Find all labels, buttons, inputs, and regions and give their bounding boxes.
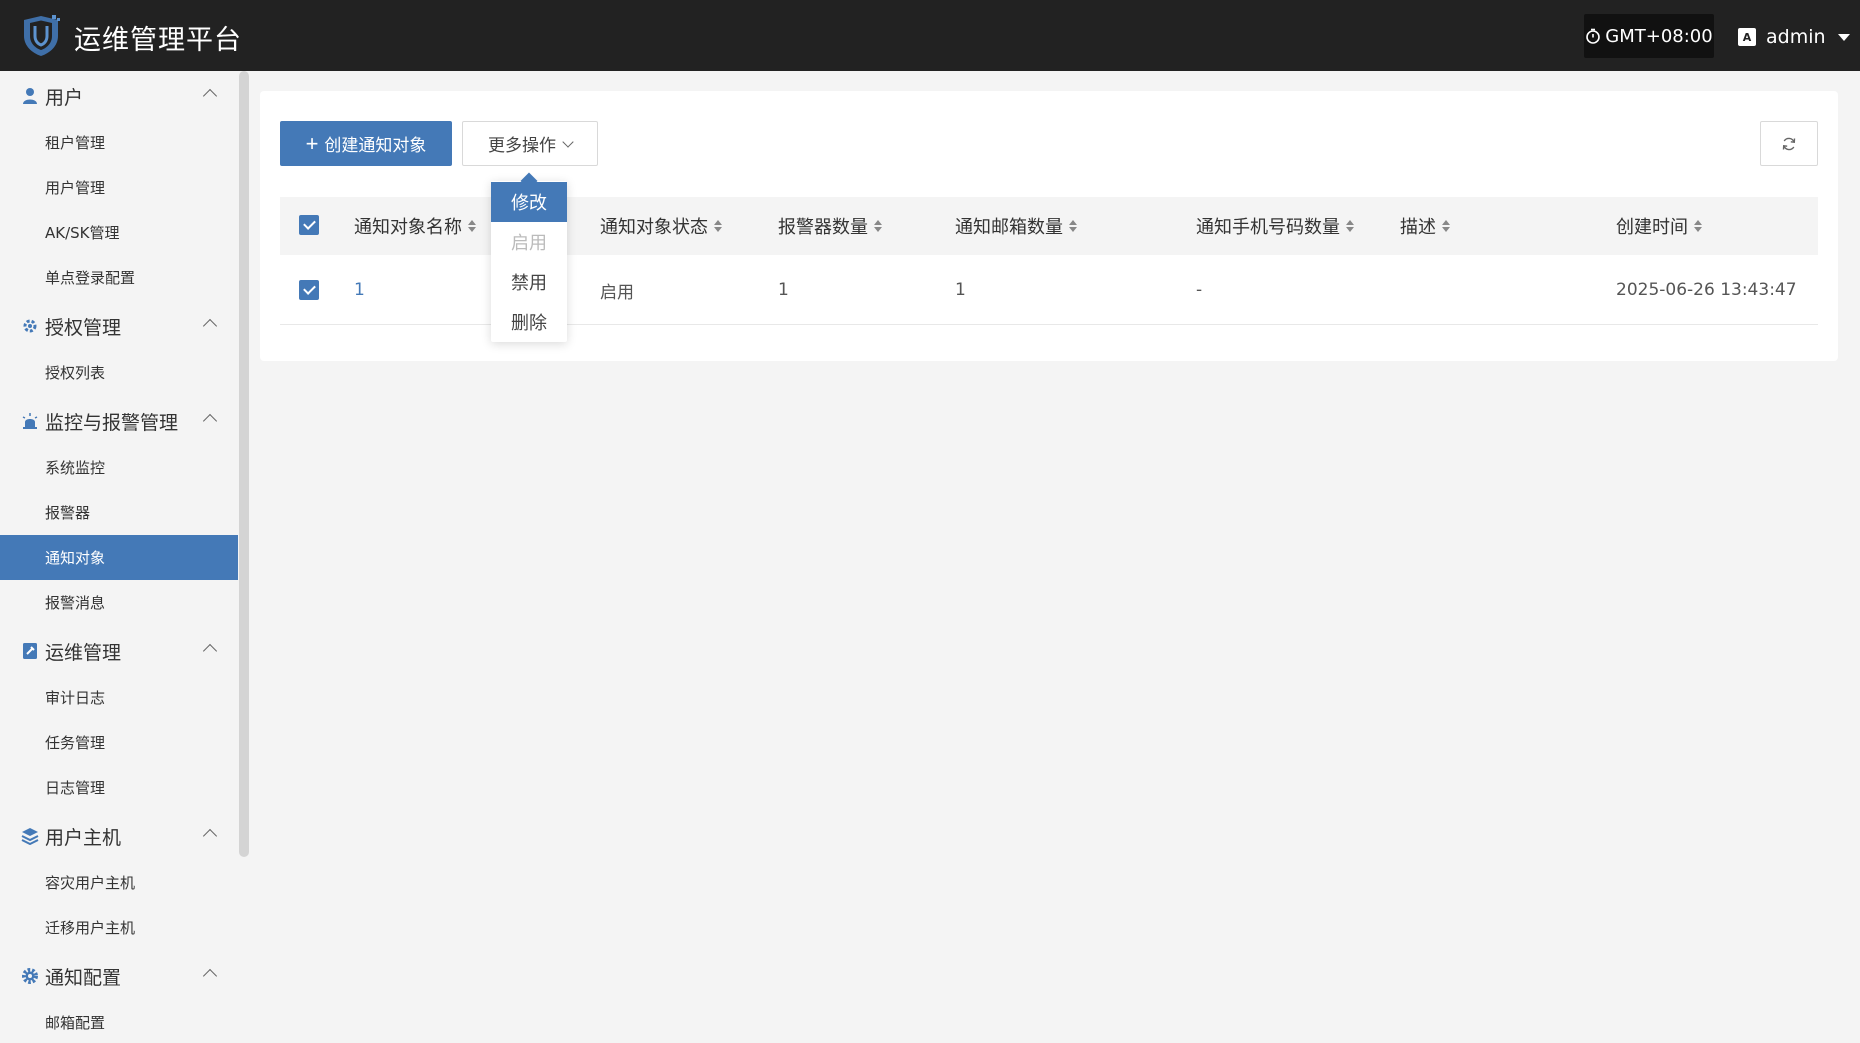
sort-icon	[714, 220, 722, 232]
more-actions-dropdown: 修改 启用 禁用 删除	[491, 181, 567, 342]
menu-item-edit[interactable]: 修改	[491, 182, 567, 222]
row-name-link[interactable]: 1	[354, 255, 365, 325]
menu-item-disable[interactable]: 禁用	[491, 262, 567, 302]
chevron-up-icon	[202, 643, 218, 659]
column-label: 通知对象状态	[600, 217, 708, 238]
row-created-time: 2025-06-26 13:43:47	[1616, 280, 1797, 300]
column-label: 通知对象名称	[354, 217, 462, 238]
sidebar-item-license-list[interactable]: 授权列表	[0, 350, 238, 395]
sort-icon	[1694, 220, 1702, 232]
column-label: 描述	[1400, 217, 1436, 238]
column-header-email-count[interactable]: 通知邮箱数量	[955, 197, 1077, 255]
more-actions-button[interactable]: 更多操作	[462, 121, 598, 166]
sort-icon	[468, 220, 476, 232]
sort-icon	[1069, 220, 1077, 232]
sidebar-group-label: 运维管理	[45, 641, 122, 664]
plus-icon: +	[305, 130, 319, 156]
chevron-up-icon	[202, 413, 218, 429]
sidebar-item-system-monitor[interactable]: 系统监控	[0, 445, 238, 490]
chevron-up-icon	[202, 88, 218, 104]
column-header-name[interactable]: 通知对象名称	[354, 197, 476, 255]
column-header-description[interactable]: 描述	[1400, 197, 1450, 255]
sidebar-group-label: 授权管理	[45, 316, 122, 339]
user-icon	[23, 88, 37, 104]
sort-icon	[874, 220, 882, 232]
sort-icon	[1346, 220, 1354, 232]
sidebar-item-audit-log[interactable]: 审计日志	[0, 675, 238, 720]
clock-icon	[1586, 28, 1601, 44]
sidebar-group-label: 监控与报警管理	[45, 411, 179, 434]
timezone-selector[interactable]: GMT+08:00	[1584, 14, 1714, 58]
gear-icon	[22, 968, 38, 984]
sidebar-item-logs[interactable]: 日志管理	[0, 765, 238, 810]
refresh-button[interactable]	[1760, 121, 1818, 166]
sidebar-item-tenant[interactable]: 租户管理	[0, 120, 238, 165]
sidebar-item-dr-hosts[interactable]: 容灾用户主机	[0, 860, 238, 905]
column-label: 报警器数量	[778, 217, 868, 238]
chevron-up-icon	[202, 968, 218, 984]
sidebar-group-label: 用户主机	[45, 826, 122, 849]
column-header-created[interactable]: 创建时间	[1616, 197, 1702, 255]
sidebar-item-sso[interactable]: 单点登录配置	[0, 255, 238, 300]
app-title: 运维管理平台	[74, 25, 242, 56]
row-email-count: 1	[955, 280, 966, 300]
sidebar-item-users[interactable]: 用户管理	[0, 165, 238, 210]
account-icon: A	[1738, 28, 1756, 46]
sidebar-group-monitor[interactable]: 监控与报警管理	[0, 401, 238, 441]
sidebar-item-notify-targets[interactable]: 通知对象	[0, 535, 238, 580]
select-all-checkbox[interactable]	[299, 215, 319, 235]
layers-icon	[21, 828, 39, 845]
column-label: 通知手机号码数量	[1196, 217, 1340, 238]
ops-icon	[23, 643, 37, 659]
timezone-label: GMT+08:00	[1605, 25, 1713, 47]
sidebar-group-hosts[interactable]: 用户主机	[0, 816, 238, 856]
sidebar-group-license[interactable]: 授权管理	[0, 306, 238, 346]
menu-item-delete[interactable]: 删除	[491, 302, 567, 342]
row-status: 启用	[600, 282, 634, 303]
sidebar-group-label: 通知配置	[45, 966, 122, 989]
sidebar-item-aksk[interactable]: AK/SK管理	[0, 210, 238, 255]
chevron-up-icon	[202, 318, 218, 334]
username: admin	[1766, 26, 1826, 48]
sidebar-group-ops[interactable]: 运维管理	[0, 631, 238, 671]
chevron-up-icon	[202, 828, 218, 844]
create-button-label: 创建通知对象	[324, 136, 427, 155]
sidebar: 用户 租户管理 用户管理 AK/SK管理 单点登录配置 授权管理 授权列表 监控…	[0, 71, 238, 1043]
sidebar-item-tasks[interactable]: 任务管理	[0, 720, 238, 765]
key-gear-icon	[23, 319, 37, 333]
sidebar-item-alarm-messages[interactable]: 报警消息	[0, 580, 238, 625]
more-actions-label: 更多操作	[488, 136, 556, 156]
shield-logo-icon	[24, 15, 60, 56]
row-alarm-count: 1	[778, 280, 789, 300]
sidebar-group-label: 用户	[45, 86, 84, 109]
chevron-down-icon	[562, 135, 574, 148]
column-label: 通知邮箱数量	[955, 217, 1063, 238]
create-notify-target-button[interactable]: + 创建通知对象	[280, 121, 452, 166]
sort-icon	[1442, 220, 1450, 232]
sidebar-item-alarms[interactable]: 报警器	[0, 490, 238, 535]
column-header-alarm-count[interactable]: 报警器数量	[778, 197, 882, 255]
column-header-status[interactable]: 通知对象状态	[600, 197, 722, 255]
column-label: 创建时间	[1616, 217, 1688, 238]
sidebar-item-migration-hosts[interactable]: 迁移用户主机	[0, 905, 238, 950]
column-header-phone-count[interactable]: 通知手机号码数量	[1196, 197, 1354, 255]
sidebar-group-notify-config[interactable]: 通知配置	[0, 956, 238, 996]
row-checkbox[interactable]	[299, 280, 319, 300]
menu-item-enable: 启用	[511, 233, 547, 254]
sidebar-item-email-config[interactable]: 邮箱配置	[0, 1000, 238, 1043]
caret-down-icon	[1837, 33, 1850, 41]
row-phone-count: -	[1196, 280, 1203, 300]
sidebar-group-user[interactable]: 用户	[0, 76, 238, 116]
user-menu[interactable]: A admin	[1738, 22, 1850, 52]
alarm-icon	[22, 413, 38, 429]
refresh-icon	[1782, 137, 1796, 150]
sidebar-scrollbar[interactable]	[239, 71, 249, 857]
top-header: 运维管理平台 GMT+08:00 A admin	[0, 0, 1860, 71]
